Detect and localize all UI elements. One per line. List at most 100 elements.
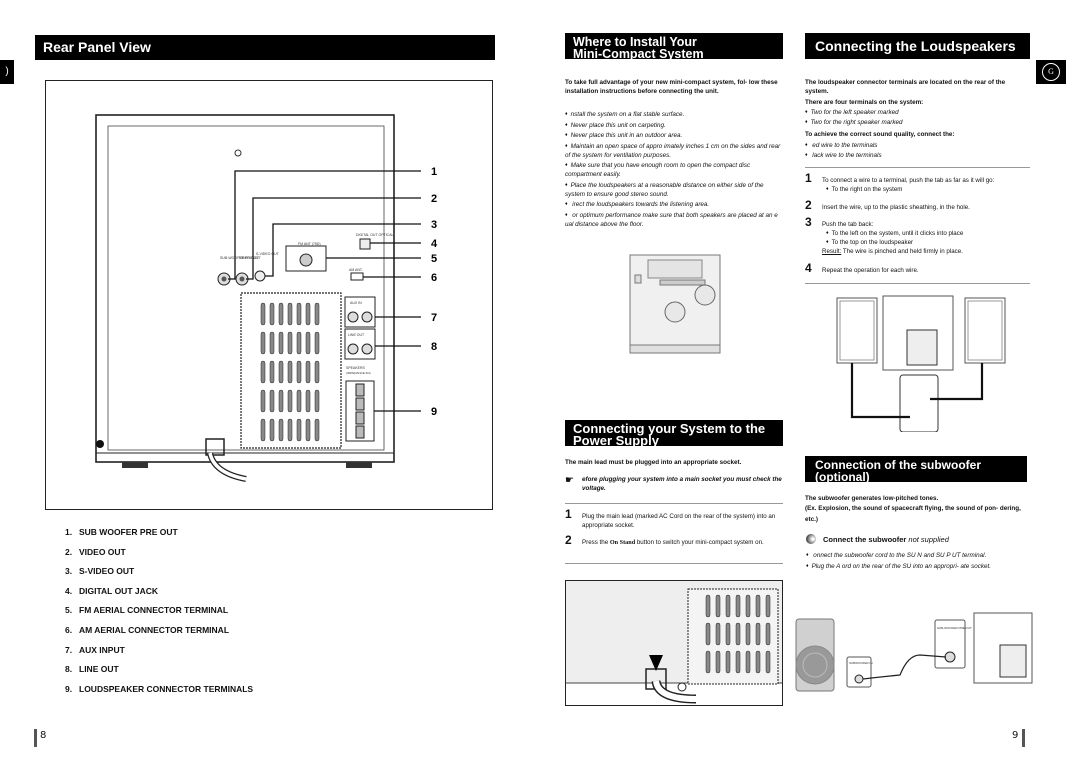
- vent-slot: [735, 594, 741, 618]
- vent-slot: [260, 418, 266, 442]
- legend-number: 3.: [65, 566, 73, 577]
- power-button: [634, 274, 642, 284]
- unit-grille: [906, 329, 938, 366]
- on-stand-label: On Stand: [609, 539, 636, 546]
- speaker-wiring-figure: [830, 292, 1020, 433]
- step-text: Insert the wire, up to the plastic sheat…: [822, 204, 970, 211]
- wire-bullets: ed wire to the terminals lack wire to th…: [805, 141, 881, 161]
- label-video: VIDEO OUT: [239, 256, 259, 260]
- subwoofer-bullets: onnect the subwoofer cord to the SU N an…: [806, 551, 1024, 573]
- vent-slot: [305, 389, 311, 413]
- legend-label: VIDEO OUT: [79, 546, 126, 557]
- legend-number: 7.: [65, 644, 73, 655]
- legend-item: 9. LOUDSPEAKER CONNECTOR TERMINALS: [65, 684, 253, 704]
- vent-slot: [314, 418, 320, 442]
- left-speaker: [836, 297, 878, 364]
- bullet-item: or optimum performance make sure that bo…: [565, 211, 783, 229]
- label-impedance: (IMPEDANCE 6Ω): [346, 371, 371, 375]
- vent-slot: [305, 360, 311, 384]
- power-title-line2: Power Supply: [573, 433, 659, 448]
- bullet-item: irect the loudspeakers towards the liste…: [565, 200, 783, 209]
- vent-slot: [278, 418, 284, 442]
- vent-slot: [745, 622, 751, 646]
- vent-slot: [765, 622, 771, 646]
- unit-foot-left: [122, 462, 148, 468]
- four-terminals-text: There are four terminals on the system:: [805, 99, 924, 106]
- power-divider-top: [565, 503, 783, 504]
- vent-slot: [705, 594, 711, 618]
- page-bar-left: [34, 729, 37, 747]
- legend-number: 9.: [65, 683, 73, 694]
- step-number: 4: [805, 261, 812, 275]
- legend-label: FM AERIAL CONNECTOR TERMINAL: [79, 605, 229, 616]
- bullet-item: Never place this unit in an outdoor area…: [565, 131, 783, 140]
- legend-number: 6.: [65, 624, 73, 635]
- label-sub-in: SUBWOOFER IN: [849, 661, 873, 665]
- step-text: Repeat the operation for each wire.: [822, 267, 919, 274]
- legend-number: 1.: [65, 527, 73, 537]
- vent-slot: [260, 302, 266, 326]
- rear-panel-figure: SUB-WOOFER PRE OUT VIDEO OUT S-VIDEO OUT…: [45, 80, 493, 510]
- bullet-item: lack wire to the terminals: [805, 151, 881, 160]
- display-panel: [659, 279, 706, 286]
- install-bullets: nstall the system on a flat stable surfa…: [565, 110, 783, 230]
- terminal-bullets: Two for the left speaker markedTwo for t…: [805, 108, 903, 128]
- subwoofer-intro-2: (Ex. Explosion, the sound of spacecraft …: [805, 505, 1021, 523]
- step-number: 3: [805, 215, 812, 229]
- callout-2: 2: [431, 193, 437, 205]
- bullet-item: Two for the right speaker marked: [805, 118, 903, 127]
- install-title: Where to Install Your Mini-Compact Syste…: [565, 33, 783, 61]
- volume-knob: [694, 284, 716, 306]
- callout-5: 5: [431, 253, 437, 265]
- subwoofer-connection-figure: SUBWOOFER IN SUB-WOOFER PRE OUT: [790, 605, 1050, 705]
- legend-item: 8. LINE OUT: [65, 664, 253, 684]
- terminal-closeup: [899, 374, 939, 433]
- label-digital: DIGITAL OUT OPTICAL: [356, 233, 394, 237]
- speakers-divider-top: [805, 167, 1030, 168]
- vent-slot: [260, 389, 266, 413]
- vent-slot: [765, 650, 771, 674]
- rear-panel-legend: 1. SUB WOOFER PRE OUT 2. VIDEO OUT 3. S-VIDEO…: [65, 527, 253, 703]
- vent-slot: [296, 360, 302, 384]
- screw-top: [234, 149, 242, 157]
- legend-label: SUB WOOFER PRE OUT: [79, 527, 178, 537]
- install-title-line2: Mini-Compact System: [573, 47, 704, 61]
- am-terminal: [350, 272, 364, 281]
- label-sub-pre-out: SUB-WOOFER PRE OUT: [937, 626, 972, 630]
- label-aux: AUX IN: [350, 301, 362, 305]
- vent-slot: [305, 302, 311, 326]
- legend-item: 1. SUB WOOFER PRE OUT: [65, 527, 253, 547]
- vent-slot: [305, 331, 311, 355]
- page-number-left: 8: [40, 730, 47, 741]
- vent-slot: [296, 389, 302, 413]
- vent-slot: [755, 650, 761, 674]
- power-step-2: 2 Press the On Stand button to switch yo…: [565, 534, 783, 556]
- vent-slot: [725, 650, 731, 674]
- legend-label: S-VIDEO OUT: [79, 566, 135, 577]
- unit-screw-bl: [96, 440, 104, 448]
- vent-slot: [715, 594, 721, 618]
- vent-slot: [296, 418, 302, 442]
- callout-9: 9: [431, 406, 437, 418]
- step-sub-bullet: To the right on the system: [826, 185, 1027, 194]
- bullet-item: Maintain an open space of appro imately …: [565, 142, 783, 160]
- unit-foot-right: [346, 462, 372, 468]
- power-divider-bottom: [565, 563, 783, 564]
- rear-panel-title: Rear Panel View: [35, 35, 495, 60]
- connect-subwoofer-heading: Connect the subwoofer not supplied: [823, 535, 949, 544]
- vent-slot: [725, 594, 731, 618]
- rear-panel-diagram: SUB-WOOFER PRE OUT VIDEO OUT S-VIDEO OUT…: [95, 114, 438, 482]
- pointing-hand-icon: ☛: [565, 475, 574, 486]
- callout-7: 7: [431, 312, 437, 324]
- side-tab-glyph: ): [5, 66, 9, 77]
- legend-label: LOUDSPEAKER CONNECTOR TERMINALS: [79, 683, 254, 694]
- vent-slot: [278, 302, 284, 326]
- step-sub-bullet: To the top on the loudspeaker: [826, 238, 1027, 247]
- legend-label: AM AERIAL CONNECTOR TERMINAL: [79, 624, 230, 635]
- step-sub-bullet: To the left on the system, until it clic…: [826, 229, 1027, 238]
- vent-slot: [725, 622, 731, 646]
- subwoofer-cone: [795, 645, 835, 685]
- page-number-right: 9: [1012, 730, 1019, 741]
- vent-slot: [287, 360, 293, 384]
- vent-slot: [260, 360, 266, 384]
